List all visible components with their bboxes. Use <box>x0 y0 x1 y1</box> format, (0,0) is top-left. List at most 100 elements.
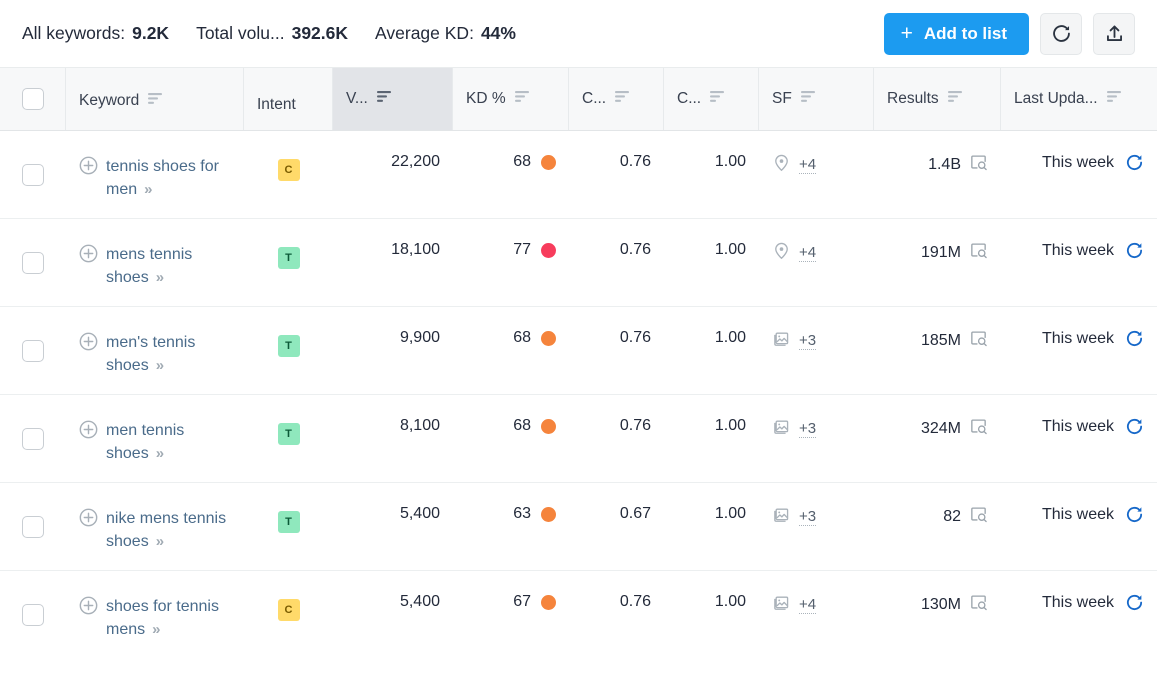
sort-icon[interactable] <box>947 90 963 108</box>
table-row: nike mens tennis shoes» T 5,400 63 0.67 1.00 +… <box>0 483 1157 571</box>
keyword-expand-icon[interactable]: » <box>156 354 164 377</box>
row-refresh-icon[interactable] <box>1125 593 1144 612</box>
column-header-sf[interactable]: SF <box>759 68 874 130</box>
keyword-expand-icon[interactable]: » <box>152 618 160 641</box>
sort-icon[interactable] <box>514 90 530 108</box>
column-header-keyword[interactable]: Keyword <box>66 68 244 130</box>
row-checkbox[interactable] <box>22 515 44 538</box>
serp-features-cell: +4 <box>759 219 874 306</box>
row-refresh-icon[interactable] <box>1125 417 1144 436</box>
cpc-cell: 0.76 <box>619 241 651 258</box>
column-header-label: KD % <box>466 90 506 107</box>
intent-badge[interactable]: C <box>277 159 300 181</box>
add-keyword-icon[interactable] <box>79 508 98 532</box>
sort-icon[interactable] <box>1106 90 1122 108</box>
column-header-com[interactable]: C... <box>664 68 759 130</box>
serp-preview-icon[interactable] <box>969 417 988 441</box>
add-to-list-label: Add to list <box>923 23 1007 43</box>
intent-cell: T <box>244 483 333 570</box>
refresh-button[interactable] <box>1040 12 1082 55</box>
summary-metric: Average KD: 44% <box>375 23 516 44</box>
summary-metric: All keywords: 9.2K <box>22 23 169 44</box>
keyword-text: nike mens tennis shoes <box>106 510 227 550</box>
intent-badge[interactable]: T <box>277 423 300 445</box>
column-header-updated[interactable]: Last Upda... <box>1001 68 1157 130</box>
table-row: mens tennis shoes» T 18,100 77 0.76 1.00 +4 191… <box>0 219 1157 307</box>
keyword-cell: nike mens tennis shoes» <box>66 483 244 570</box>
row-select-cell <box>0 395 66 482</box>
sort-icon[interactable] <box>376 90 392 108</box>
export-button[interactable] <box>1093 12 1135 55</box>
row-checkbox[interactable] <box>22 427 44 450</box>
last-updated-value: This week <box>1041 241 1114 259</box>
sort-icon[interactable] <box>148 92 163 110</box>
kd-difficulty-dot <box>541 418 556 434</box>
serp-features-cell: +3 <box>759 395 874 482</box>
intent-cell: T <box>244 395 333 482</box>
row-refresh-icon[interactable] <box>1125 241 1144 260</box>
row-refresh-icon[interactable] <box>1125 329 1144 348</box>
serp-features-more[interactable]: +3 <box>799 420 817 438</box>
keyword-text: shoes for tennis mens <box>106 598 219 638</box>
select-all-checkbox[interactable] <box>21 88 44 110</box>
keyword-expand-icon[interactable]: » <box>156 530 164 553</box>
kd-cell: 68 <box>453 395 569 482</box>
sort-icon[interactable] <box>800 90 816 108</box>
row-select-cell <box>0 307 66 394</box>
keyword-expand-icon[interactable]: » <box>156 442 164 465</box>
row-refresh-icon[interactable] <box>1125 505 1144 524</box>
serp-features-more[interactable]: +4 <box>799 596 817 614</box>
add-keyword-icon[interactable] <box>79 244 98 268</box>
keyword-link[interactable]: shoes for tennis mens» <box>106 595 231 641</box>
add-keyword-icon[interactable] <box>79 596 98 620</box>
row-checkbox[interactable] <box>22 251 44 274</box>
intent-badge[interactable]: T <box>277 335 300 357</box>
sort-icon[interactable] <box>710 90 725 108</box>
keywords-table: Keyword Intent V... KD % C... C... SF Results La… <box>0 68 1157 658</box>
sort-icon[interactable] <box>615 90 630 108</box>
keyword-link[interactable]: nike mens tennis shoes» <box>106 507 231 553</box>
serp-features-more[interactable]: +4 <box>799 244 817 262</box>
row-checkbox[interactable] <box>22 603 44 626</box>
column-header-volume[interactable]: V... <box>333 68 453 130</box>
row-refresh-icon[interactable] <box>1125 153 1144 172</box>
add-keyword-icon[interactable] <box>79 156 98 180</box>
kd-value: 68 <box>513 329 531 346</box>
column-header-cpc[interactable]: C... <box>569 68 664 130</box>
competition-cell: 1.00 <box>714 153 746 170</box>
keyword-link[interactable]: men's tennis shoes» <box>106 331 231 377</box>
serp-features-more[interactable]: +3 <box>799 332 817 350</box>
column-header-results[interactable]: Results <box>874 68 1001 130</box>
map-pin-icon <box>772 153 791 177</box>
serp-preview-icon[interactable] <box>969 593 988 617</box>
serp-preview-icon[interactable] <box>969 241 988 265</box>
intent-badge[interactable]: T <box>277 247 300 269</box>
keyword-link[interactable]: tennis shoes for men» <box>106 155 231 201</box>
serp-preview-icon[interactable] <box>969 505 988 529</box>
intent-badge[interactable]: T <box>277 511 300 533</box>
column-header-label: C... <box>582 90 607 107</box>
keyword-expand-icon[interactable]: » <box>144 178 152 201</box>
keyword-link[interactable]: mens tennis shoes» <box>106 243 231 289</box>
competition-cell: 1.00 <box>714 241 746 258</box>
column-header-label: Keyword <box>79 92 140 109</box>
row-checkbox[interactable] <box>22 339 44 362</box>
column-header-kd[interactable]: KD % <box>453 68 569 130</box>
last-updated-cell: This week <box>1001 131 1157 218</box>
keyword-link[interactable]: men tennis shoes» <box>106 419 231 465</box>
add-keyword-icon[interactable] <box>79 420 98 444</box>
serp-features-more[interactable]: +3 <box>799 508 817 526</box>
serp-preview-icon[interactable] <box>969 153 988 177</box>
keyword-expand-icon[interactable]: » <box>156 266 164 289</box>
row-checkbox[interactable] <box>22 163 44 186</box>
add-keyword-icon[interactable] <box>79 332 98 356</box>
add-to-list-button[interactable]: + Add to list <box>883 12 1029 55</box>
table-row: men tennis shoes» T 8,100 68 0.76 1.00 +3 324M T… <box>0 395 1157 483</box>
plus-icon: + <box>900 22 913 45</box>
summary-metric: Total volu... 392.6K <box>196 23 348 44</box>
keyword-cell: tennis shoes for men» <box>66 131 244 218</box>
column-header-intent: Intent <box>244 68 333 130</box>
serp-preview-icon[interactable] <box>969 329 988 353</box>
serp-features-more[interactable]: +4 <box>799 156 817 174</box>
intent-badge[interactable]: C <box>277 599 300 621</box>
